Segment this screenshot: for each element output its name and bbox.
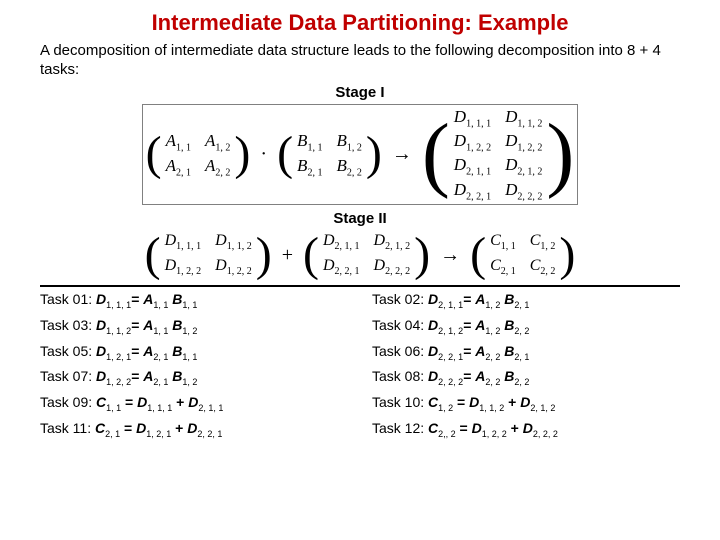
task-expression: D1, 2, 2= A2, 1 B1, 2 [96,368,197,384]
matrix-cell: C2, 2 [530,257,556,277]
matrix-cell: D2, 2, 2 [505,180,542,202]
equation-stage-1: ( A1, 1 A1, 2 A2, 1 A2, 2 ) · ( B1, 1 B1, 2 B… [40,105,680,205]
matrix-cell: D1, 2, 2 [505,131,542,153]
paren-left-icon: ( [303,231,319,279]
matrix-cell: D2, 1, 2 [374,232,411,252]
paren-left-icon: ( [146,130,162,178]
task-expression: D1, 2, 1= A2, 1 B1, 1 [96,343,197,359]
arrow-icon: → [388,143,416,166]
task-expression: C1, 2 = D1, 1, 2 + D2, 1, 2 [428,394,555,410]
plus-operator: + [278,244,297,267]
task-label: Task 01: [40,291,96,307]
matrix-c: ( C1, 1 C1, 2 C2, 1 C2, 2 ) [470,231,575,279]
task-row: Task 09: C1, 1 = D1, 1, 1 + D2, 1, 1 [40,394,348,413]
matrix-cell: B2, 2 [336,156,361,178]
task-label: Task 04: [372,317,428,333]
task-label: Task 09: [40,394,96,410]
task-row: Task 07: D1, 2, 2= A2, 1 B1, 2 [40,368,348,387]
task-row: Task 02: D2, 1, 1= A1, 2 B2, 1 [372,291,680,310]
task-expression: C1, 1 = D1, 1, 1 + D2, 1, 1 [96,394,223,410]
paren-right-icon: ) [234,130,250,178]
matrix-cell: B2, 1 [297,156,322,178]
matrix-cell: C2, 1 [490,257,516,277]
intro-text: A decomposition of intermediate data str… [40,42,680,80]
task-label: Task 11: [40,420,95,436]
matrix-d1: ( D1, 1, 1 D1, 1, 2 D1, 2, 2 D1, 2, 2 ) [145,231,272,279]
task-label: Task 10: [372,394,428,410]
divider [40,285,680,287]
paren-right-icon: ) [366,130,382,178]
task-label: Task 06: [372,343,428,359]
task-expression: C2, 1 = D1, 2, 1 + D2, 2, 1 [95,420,222,436]
matrix-cell: D2, 1, 2 [505,155,542,177]
matrix-cell: D2, 2, 2 [374,257,411,277]
task-row: Task 11: C2, 1 = D1, 2, 1 + D2, 2, 1 [40,420,348,439]
task-expression: D2, 1, 2= A1, 2 B2, 2 [428,317,529,333]
task-expression: C2,, 2 = D1, 2, 2 + D2, 2, 2 [428,420,558,436]
matrix-cell: D1, 1, 1 [454,107,491,129]
task-expression: D2, 2, 2= A2, 2 B2, 2 [428,368,529,384]
paren-left-icon: ( [470,231,486,279]
paren-left-icon: ( [277,130,293,178]
page-title: Intermediate Data Partitioning: Example [40,10,680,36]
task-label: Task 12: [372,420,428,436]
task-row: Task 03: D1, 1, 2= A1, 1 B1, 2 [40,317,348,336]
arrow-icon: → [436,244,464,267]
matrix-cell: D1, 2, 2 [165,257,202,277]
matrix-cell: A2, 1 [166,156,191,178]
task-row: Task 01: D1, 1, 1= A1, 1 B1, 1 [40,291,348,310]
matrix-cell: B1, 1 [297,131,322,153]
matrix-cell: D1, 1, 2 [215,232,252,252]
task-expression: D1, 1, 2= A1, 1 B1, 2 [96,317,197,333]
task-label: Task 07: [40,368,96,384]
stage-1-box: ( A1, 1 A1, 2 A2, 1 A2, 2 ) · ( B1, 1 B1, 2 B… [143,105,578,205]
dot-operator: · [256,143,271,166]
paren-right-icon: ) [414,231,430,279]
task-expression: D2, 1, 1= A1, 2 B2, 1 [428,291,529,307]
task-grid: Task 01: D1, 1, 1= A1, 1 B1, 1 Task 02: D… [40,291,680,439]
matrix-d: ( D1, 1, 1D1, 1, 2D1, 2, 2D1, 2, 2D2, 1,… [422,107,575,203]
stage-2-label: Stage II [40,210,680,227]
matrix-cell: D1, 1, 1 [165,232,202,252]
slide: Intermediate Data Partitioning: Example … [0,0,720,439]
task-row: Task 04: D2, 1, 2= A1, 2 B2, 2 [372,317,680,336]
task-row: Task 10: C1, 2 = D1, 1, 2 + D2, 1, 2 [372,394,680,413]
paren-right-icon: ) [559,231,575,279]
task-label: Task 05: [40,343,96,359]
matrix-cell: D1, 1, 2 [505,107,542,129]
stage-1-label: Stage I [40,84,680,101]
task-row: Task 06: D2, 2, 1= A2, 2 B2, 1 [372,343,680,362]
task-row: Task 12: C2,, 2 = D1, 2, 2 + D2, 2, 2 [372,420,680,439]
task-label: Task 03: [40,317,96,333]
task-label: Task 08: [372,368,428,384]
task-row: Task 05: D1, 2, 1= A2, 1 B1, 1 [40,343,348,362]
matrix-cell: D2, 2, 1 [323,257,360,277]
matrix-cell: D2, 1, 1 [323,232,360,252]
matrix-cell: D1, 2, 2 [215,257,252,277]
matrix-a: ( A1, 1 A1, 2 A2, 1 A2, 2 ) [146,130,251,178]
task-row: Task 08: D2, 2, 2= A2, 2 B2, 2 [372,368,680,387]
matrix-cell: D2, 2, 1 [454,180,491,202]
paren-right-icon: ) [546,112,574,196]
task-label: Task 02: [372,291,428,307]
paren-left-icon: ( [422,112,450,196]
matrix-d2: ( D2, 1, 1 D2, 1, 2 D2, 2, 1 D2, 2, 2 ) [303,231,430,279]
paren-left-icon: ( [145,231,161,279]
matrix-cell: C1, 1 [490,232,516,252]
equation-stage-2: ( D1, 1, 1 D1, 1, 2 D1, 2, 2 D1, 2, 2 ) + (… [40,231,680,279]
task-expression: D2, 2, 1= A2, 2 B2, 1 [428,343,529,359]
matrix-cell: D2, 1, 1 [454,155,491,177]
matrix-cell: A1, 2 [205,131,230,153]
task-expression: D1, 1, 1= A1, 1 B1, 1 [96,291,197,307]
matrix-b: ( B1, 1 B1, 2 B2, 1 B2, 2 ) [277,130,382,178]
matrix-cell: B1, 2 [336,131,361,153]
paren-right-icon: ) [256,231,272,279]
matrix-cell: A2, 2 [205,156,230,178]
matrix-cell: C1, 2 [530,232,556,252]
matrix-cell: A1, 1 [166,131,191,153]
matrix-cell: D1, 2, 2 [454,131,491,153]
